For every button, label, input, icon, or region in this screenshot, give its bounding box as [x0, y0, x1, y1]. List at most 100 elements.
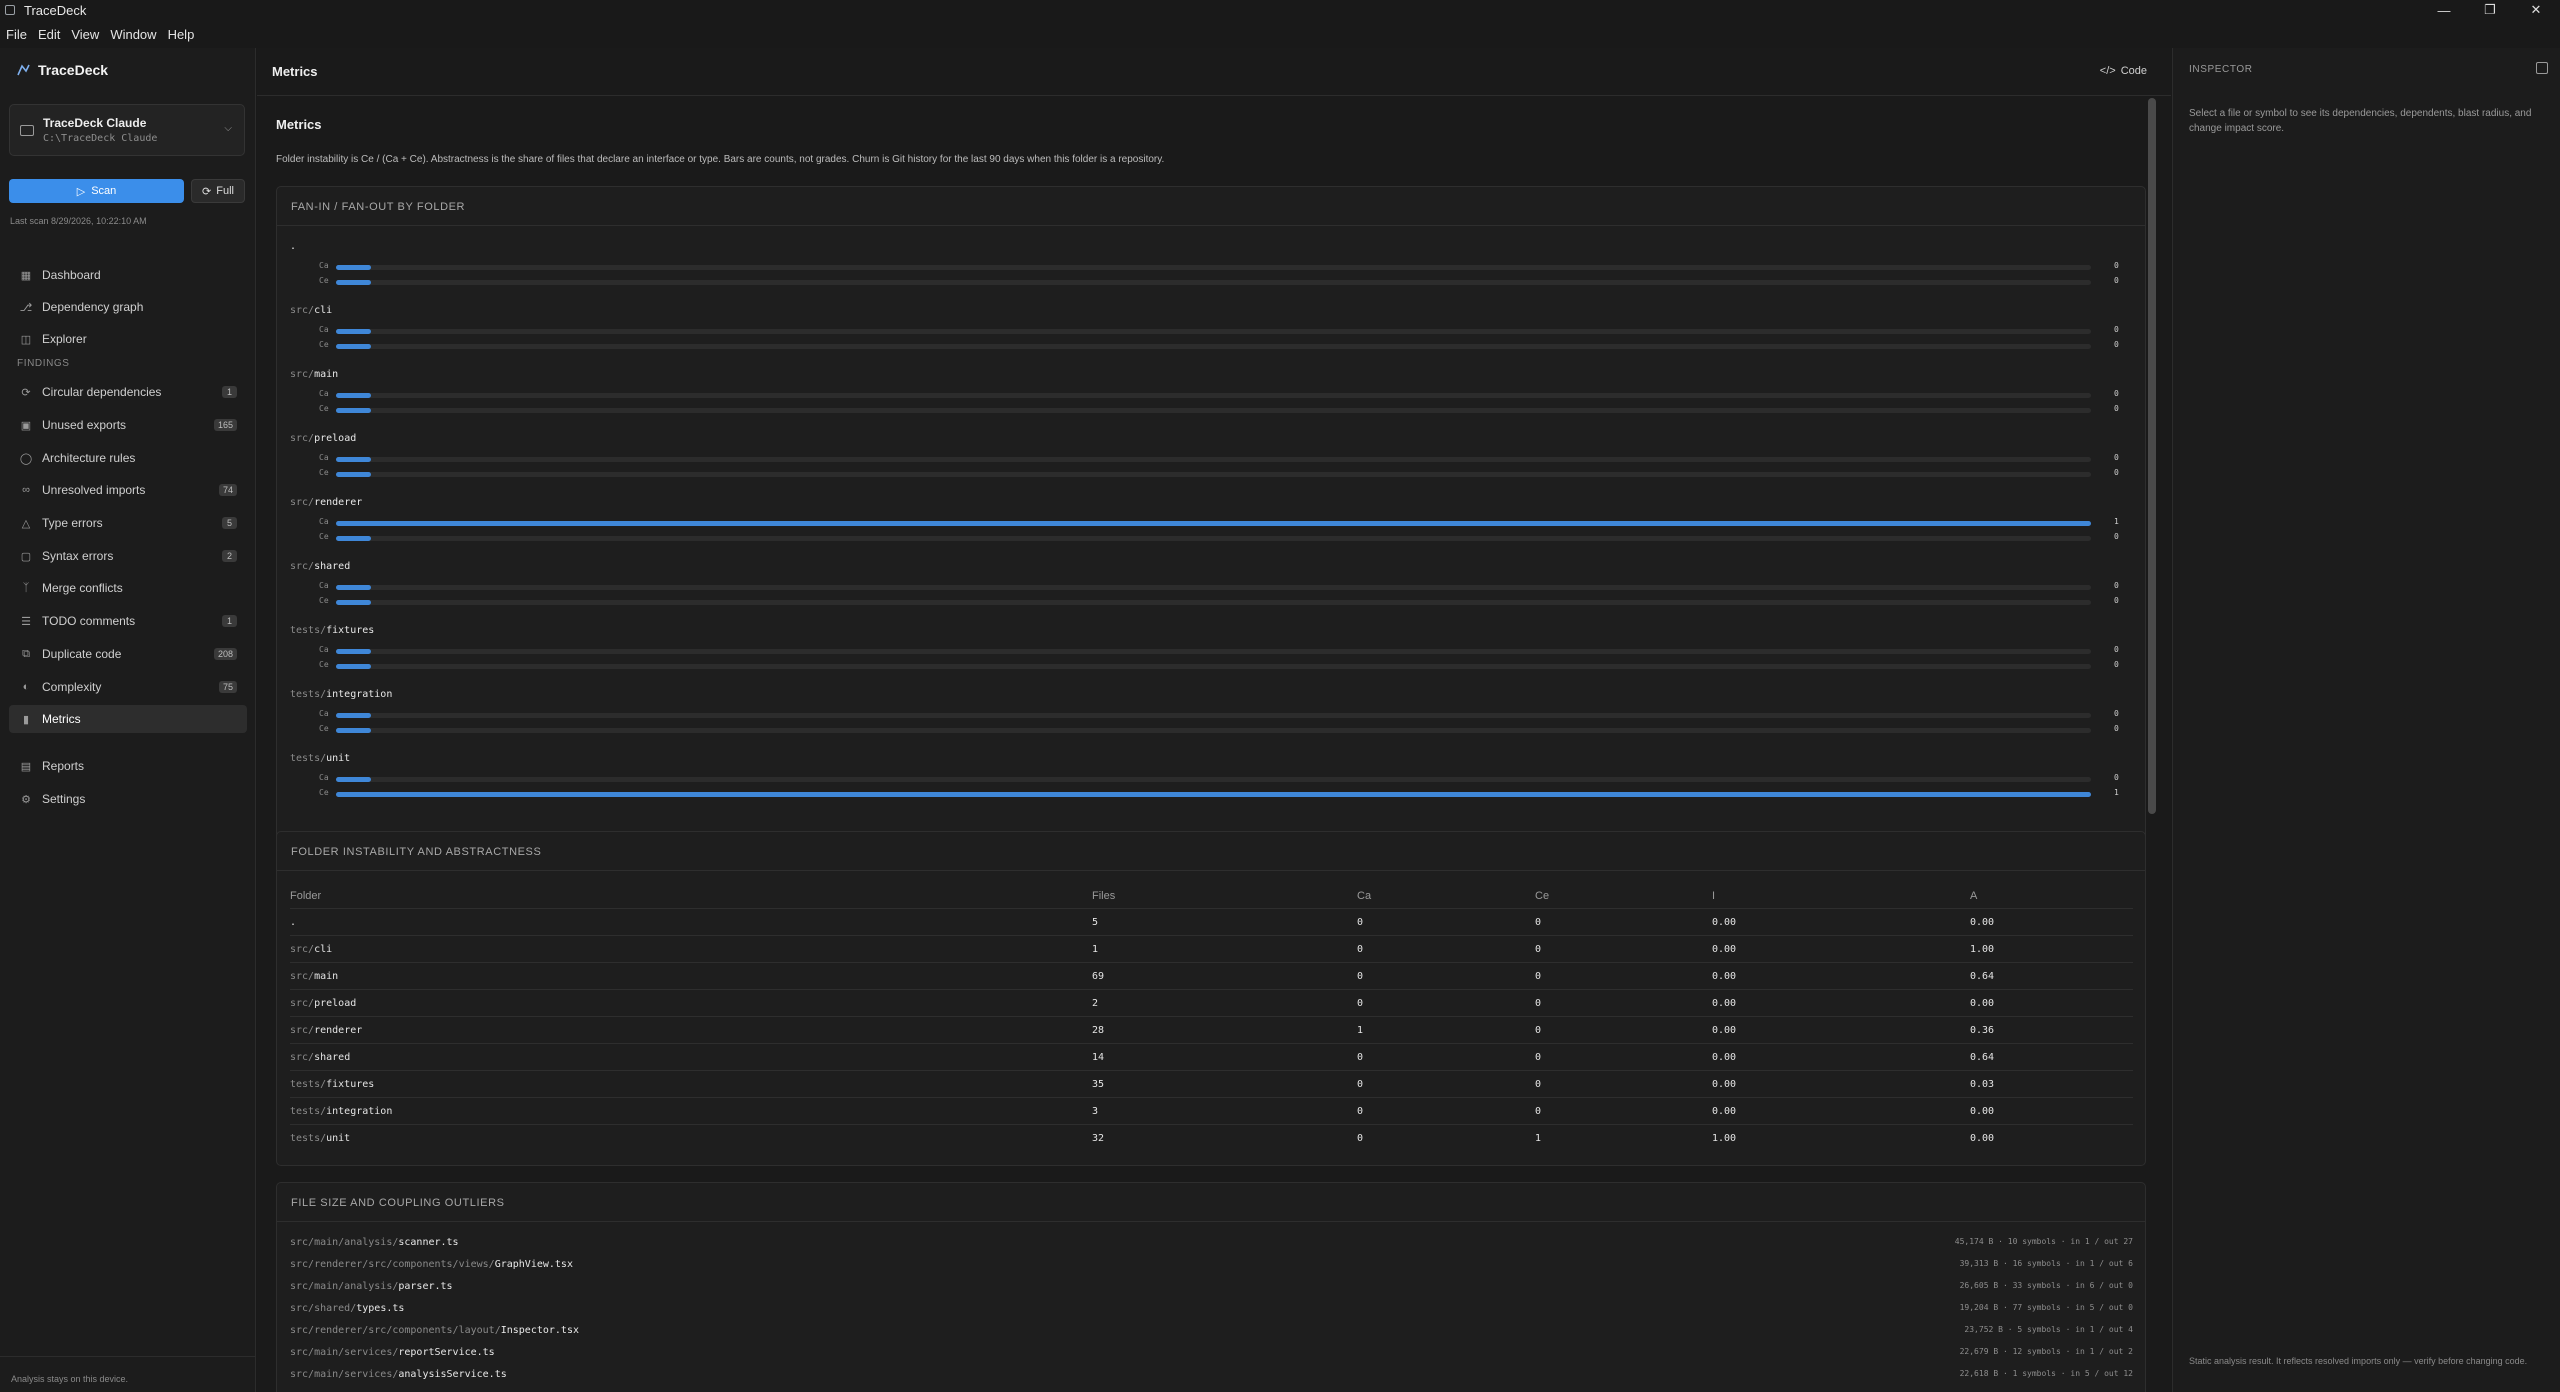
nav-reports[interactable]: ▤ Reports	[9, 752, 247, 780]
files-cell: 32	[1092, 1133, 1105, 1144]
count-badge: 1	[222, 615, 237, 627]
page-description: Folder instability is Ce / (Ca + Ce). Ab…	[276, 154, 1165, 165]
folder-prefix: src/	[290, 1052, 315, 1063]
bar-track	[336, 329, 2091, 334]
full-scan-button[interactable]: ⟳ Full	[191, 179, 245, 203]
folder-group: tests/unit Ca 0 Ce 1	[290, 753, 2130, 813]
path-prefix: src/main/analysis/	[290, 1281, 399, 1292]
a-cell: 0.00	[1970, 998, 1995, 1009]
nav-merge-conflicts[interactable]: ᛉ Merge conflicts	[9, 574, 247, 602]
outlier-row[interactable]: src/main/analysis/parser.ts 26,605 B · 33…	[290, 1276, 2133, 1298]
nav-syntax-errors[interactable]: ▢ Syntax errors 2	[9, 542, 247, 570]
code-button[interactable]: </> Code	[2100, 65, 2147, 77]
folder-name: tests/integration	[290, 689, 392, 700]
outlier-row[interactable]: src/shared/types.ts 19,204 B · 77 symbols…	[290, 1298, 2133, 1320]
count-badge: 5	[222, 517, 237, 529]
nav-label: Metrics	[42, 712, 81, 726]
nav-label: Settings	[42, 792, 86, 806]
nav-metrics[interactable]: ▮ Metrics	[9, 705, 247, 733]
unlink-icon: ∞	[22, 484, 30, 496]
card-header: FAN-IN / FAN-OUT BY FOLDER	[277, 187, 2145, 226]
folder-label: cli	[314, 305, 333, 316]
menu-help[interactable]: Help	[168, 27, 195, 42]
ce-bar-fill	[336, 664, 372, 669]
card-header: FOLDER INSTABILITY AND ABSTRACTNESS	[277, 832, 2145, 871]
nav-complexity[interactable]: ◐ Complexity 75	[9, 673, 247, 701]
ca-bar-fill	[336, 585, 372, 590]
nav-label: Duplicate code	[42, 647, 122, 661]
scrollbar-thumb[interactable]	[2148, 98, 2156, 814]
outlier-row[interactable]: src/renderer/src/components/views/GraphV…	[290, 1254, 2133, 1276]
menu-window[interactable]: Window	[110, 27, 156, 42]
ca-cell: 0	[1357, 944, 1364, 955]
scan-button[interactable]: ▷ Scan	[9, 179, 184, 203]
ca-bar-row: Ca 1	[319, 517, 2130, 529]
nav-dependency-graph[interactable]: ⎇ Dependency graph	[9, 293, 247, 321]
nav-settings[interactable]: ⚙ Settings	[9, 785, 247, 813]
panel-toggle-icon[interactable]	[2536, 62, 2548, 74]
ce-value: 0	[2114, 468, 2119, 477]
main-header: Metrics </> Code	[257, 48, 2171, 96]
workspace-selector[interactable]: TraceDeck Claude C:\TraceDeck Claude ⌵	[9, 104, 245, 156]
inspector-description: Select a file or symbol to see its depen…	[2189, 108, 2532, 134]
folder-prefix: tests/	[290, 753, 327, 764]
outlier-row[interactable]: src/main/services/reportService.ts 22,679…	[290, 1342, 2133, 1364]
graph-icon: ⎇	[19, 301, 33, 314]
file-path: src/main/services/reportService.ts	[290, 1347, 495, 1358]
ce-bar-row: Ce 0	[319, 340, 2130, 352]
nav-architecture-rules[interactable]: ◯ Architecture rules	[9, 444, 247, 472]
nav-dashboard[interactable]: ▦ Dashboard	[9, 261, 247, 289]
nav-todo-comments[interactable]: ☰ TODO comments 1	[9, 607, 247, 635]
ce-bar-fill	[336, 728, 372, 733]
nav-unresolved-imports[interactable]: ∞ Unresolved imports 74	[9, 476, 247, 504]
folder-prefix: src/	[290, 944, 315, 955]
ca-cell: 0	[1357, 1133, 1364, 1144]
ce-label: Ce	[319, 468, 329, 477]
outlier-row[interactable]: src/main/analysis/scanner.ts 45,174 B · 1…	[290, 1232, 2133, 1254]
column-header: I	[1712, 890, 1716, 902]
trace-logo-icon	[17, 64, 30, 76]
ce-bar-fill	[336, 408, 372, 413]
menu-file[interactable]: File	[6, 27, 27, 42]
app-icon	[5, 5, 15, 15]
ce-cell: 1	[1535, 1133, 1542, 1144]
nav-type-errors[interactable]: △ Type errors 5	[9, 509, 247, 537]
ce-bar-row: Ce 0	[319, 596, 2130, 608]
folder-icon	[20, 125, 34, 136]
privacy-note: Analysis stays on this device.	[11, 1374, 129, 1384]
close-button[interactable]: ✕	[2513, 0, 2559, 20]
last-scan-time: Last scan 8/29/2026, 10:22:10 AM	[10, 216, 147, 226]
ca-bar-fill	[336, 713, 372, 718]
folder-label: main	[314, 369, 339, 380]
path-prefix: src/renderer/src/components/views/	[290, 1259, 495, 1270]
folder-group: src/renderer Ca 1 Ce 0	[290, 497, 2130, 557]
menu-edit[interactable]: Edit	[38, 27, 60, 42]
nav-explorer[interactable]: ◫ Explorer	[9, 325, 247, 353]
menu-bar: File Edit View Window Help	[0, 20, 2560, 48]
column-header: Files	[1092, 890, 1116, 902]
nav-unused-exports[interactable]: ▣ Unused exports 165	[9, 411, 247, 439]
ca-bar-fill	[336, 265, 372, 270]
title-bar: TraceDeck — ❐ ✕	[0, 0, 2560, 20]
menu-view[interactable]: View	[71, 27, 99, 42]
list-icon: ☰	[21, 615, 31, 628]
count-badge: 75	[218, 681, 237, 693]
nav-label: Circular dependencies	[42, 385, 162, 399]
minimize-button[interactable]: —	[2421, 0, 2467, 20]
folder-group: tests/fixtures Ca 0 Ce 0	[290, 625, 2130, 685]
nav-circular-dependencies[interactable]: ⟳ Circular dependencies 1	[9, 378, 247, 406]
nav-label: Dependency graph	[42, 300, 144, 314]
outlier-row[interactable]: src/main/services/analysisService.ts 22,6…	[290, 1364, 2133, 1386]
file-path: src/main/analysis/parser.ts	[290, 1281, 453, 1292]
shield-icon: ◯	[19, 452, 33, 465]
file-metrics: 39,313 B · 16 symbols · in 1 / out 6	[1959, 1259, 2133, 1268]
bar-chart-icon: ▮	[22, 713, 30, 726]
file-error-icon: ▢	[20, 550, 32, 563]
outlier-row[interactable]: src/renderer/src/components/layout/Inspe…	[290, 1320, 2133, 1342]
ce-value: 0	[2114, 276, 2119, 285]
i-cell: 0.00	[1712, 971, 1737, 982]
ce-bar-fill	[336, 472, 372, 477]
nav-duplicate-code[interactable]: ⧉ Duplicate code 208	[9, 640, 247, 668]
ce-value: 0	[2114, 532, 2119, 541]
restore-button[interactable]: ❐	[2467, 0, 2513, 20]
